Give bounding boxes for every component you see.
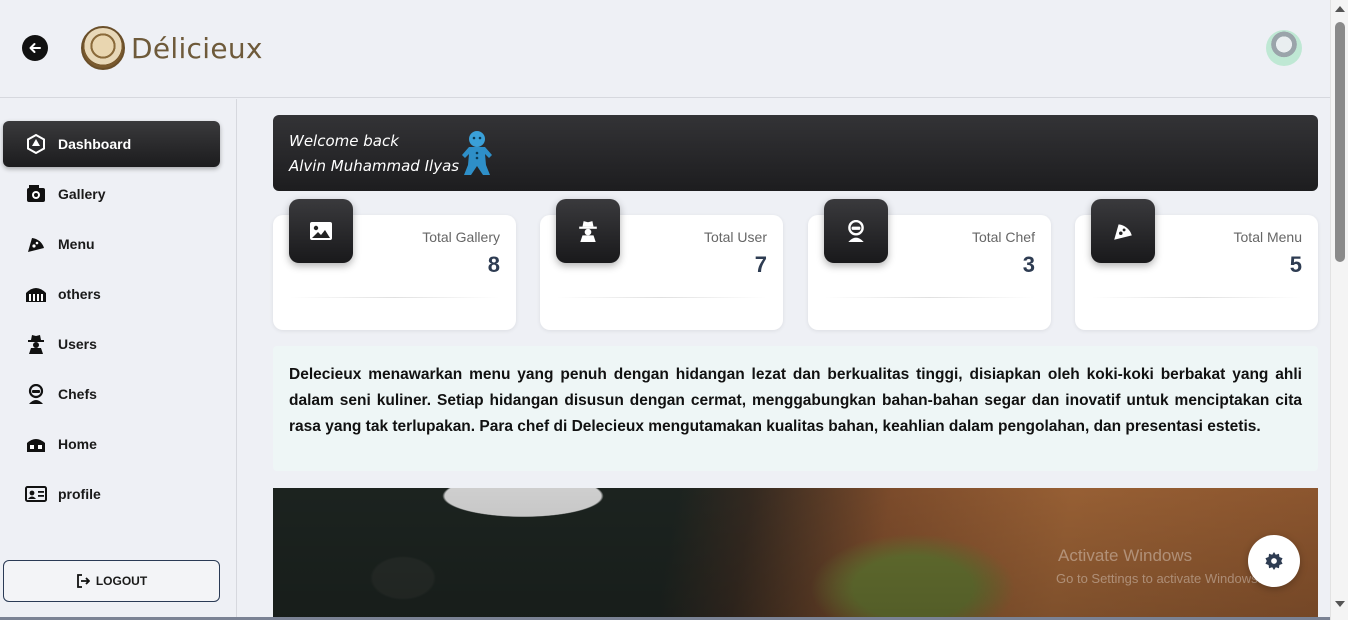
sidebar-item-gallery[interactable]: Gallery	[3, 171, 220, 217]
sidebar-item-label: Home	[58, 436, 97, 452]
scroll-up-arrow-icon[interactable]	[1335, 6, 1345, 12]
sidebar-item-users[interactable]: Users	[3, 321, 220, 367]
sidebar-item-label: Menu	[58, 236, 95, 252]
divider	[824, 297, 1035, 298]
stat-card-user: Total User 7	[540, 199, 783, 330]
scroll-down-arrow-icon[interactable]	[1335, 601, 1345, 607]
scroll-thumb[interactable]	[1335, 22, 1345, 262]
home-icon	[25, 433, 47, 455]
divider	[1091, 297, 1302, 298]
chef-icon	[25, 383, 47, 405]
vertical-scrollbar[interactable]	[1330, 0, 1348, 620]
sidebar: Dashboard Gallery Menu others Users Chef…	[0, 99, 237, 620]
stat-label: Total Gallery	[422, 229, 500, 245]
pizza-icon	[25, 233, 47, 255]
stat-value: 7	[754, 252, 767, 277]
id-card-icon	[25, 483, 47, 505]
divider	[556, 297, 767, 298]
gear-icon	[1265, 552, 1283, 570]
dashboard-icon	[25, 133, 47, 155]
chef-icon	[824, 199, 888, 263]
stat-card-chef: Total Chef 3	[808, 199, 1051, 330]
sidebar-item-label: profile	[58, 486, 101, 502]
back-arrow-icon[interactable]	[22, 35, 48, 61]
activation-watermark-title: Activate Windows	[1058, 546, 1193, 565]
logout-button[interactable]: LOGOUT	[3, 560, 220, 602]
stat-label: Total User	[703, 229, 767, 245]
pizza-icon	[1091, 199, 1155, 263]
stat-value: 8	[487, 252, 500, 277]
stat-card-menu: Total Menu 5	[1075, 199, 1318, 330]
sidebar-item-others[interactable]: others	[3, 271, 220, 317]
sidebar-item-label: Chefs	[58, 386, 97, 402]
sidebar-item-home[interactable]: Home	[3, 421, 220, 467]
about-description: Delecieux menawarkan menu yang penuh den…	[273, 346, 1318, 471]
sidebar-item-label: Users	[58, 336, 97, 352]
sidebar-item-profile[interactable]: profile	[3, 471, 220, 517]
sidebar-item-menu[interactable]: Menu	[3, 221, 220, 267]
stat-value: 3	[1022, 252, 1035, 277]
stat-label: Total Chef	[971, 229, 1035, 245]
stat-label: Total Menu	[1233, 229, 1302, 245]
top-header: Délicieux	[0, 0, 1330, 98]
sidebar-item-chefs[interactable]: Chefs	[3, 371, 220, 417]
divider	[289, 297, 500, 298]
activation-watermark-subtitle: Go to Settings to activate Windows.	[1056, 571, 1262, 586]
user-avatar[interactable]	[1266, 30, 1302, 66]
stat-value: 5	[1289, 252, 1302, 277]
sidebar-item-label: Gallery	[58, 186, 106, 202]
welcome-banner: Welcome back Alvin Muhammad Ilyas	[273, 115, 1318, 191]
welcome-greeting: Welcome back	[289, 132, 399, 150]
sidebar-item-label: others	[58, 286, 101, 302]
user-secret-icon	[25, 333, 47, 355]
image-icon	[289, 199, 353, 263]
gallery-icon	[25, 183, 47, 205]
store-icon	[25, 283, 47, 305]
sidebar-item-label: Dashboard	[58, 136, 132, 152]
gingerbread-icon	[462, 131, 492, 175]
brand[interactable]: Délicieux	[81, 26, 263, 70]
brand-name: Délicieux	[131, 31, 263, 65]
logout-label: LOGOUT	[95, 574, 148, 588]
welcome-username: Alvin Muhammad Ilyas	[289, 157, 460, 175]
settings-button[interactable]	[1248, 535, 1300, 587]
burger-logo-icon	[81, 26, 125, 70]
sidebar-item-dashboard[interactable]: Dashboard	[3, 121, 220, 167]
stat-card-gallery: Total Gallery 8	[273, 199, 516, 330]
user-secret-icon	[556, 199, 620, 263]
logout-icon	[76, 574, 90, 588]
